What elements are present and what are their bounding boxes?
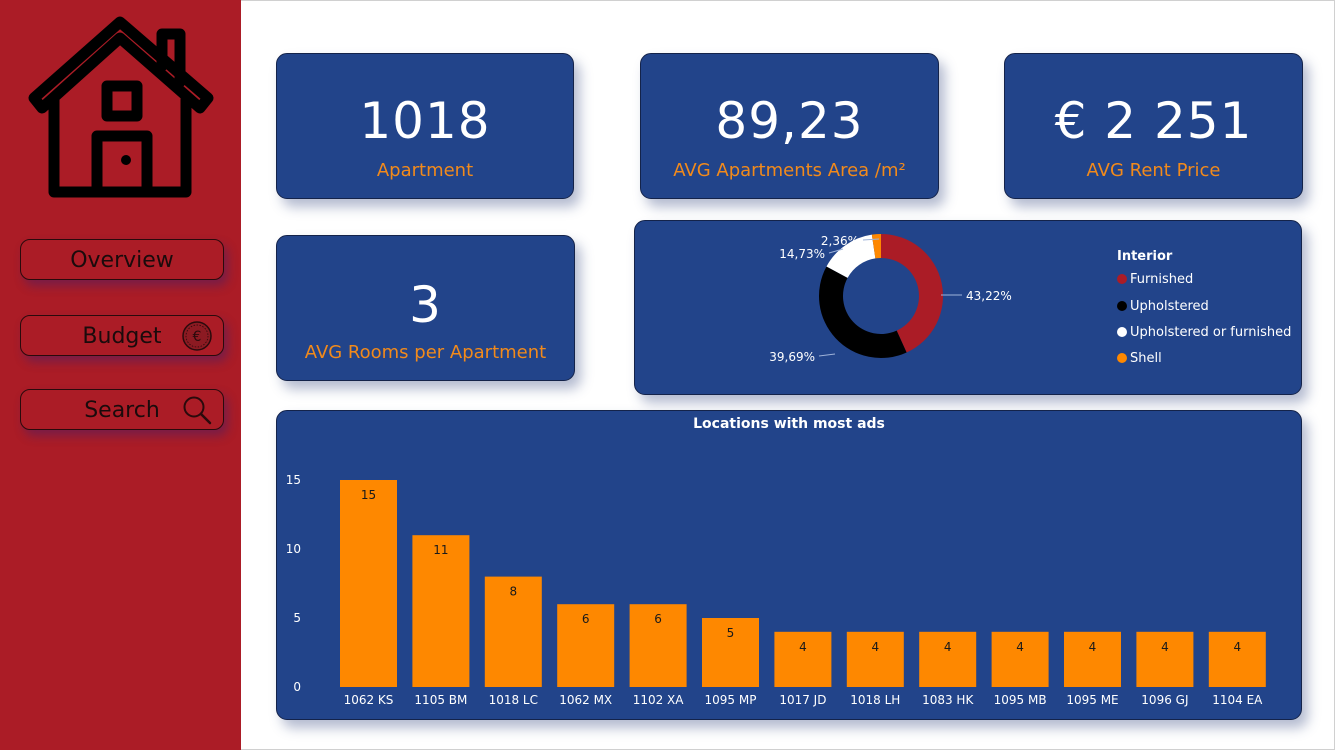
locations-bar-card: Locations with most ads 0 5 10 15 15 1062 KS 1… xyxy=(276,410,1302,720)
search-icon xyxy=(183,396,212,425)
x-tick-label: 1018 LC xyxy=(489,693,538,707)
x-tick-label: 1095 ME xyxy=(1066,693,1118,707)
sidebar: Overview Budget € Search xyxy=(0,0,241,750)
kpi-label: AVG Apartments Area /m² xyxy=(673,160,906,181)
x-tick-label: 1017 JD xyxy=(779,693,826,707)
x-tick-label: 1102 XA xyxy=(633,693,685,707)
overview-button-label: Overview xyxy=(70,248,174,273)
x-tick-label: 1083 HK xyxy=(922,693,974,707)
bar-data-label: 4 xyxy=(944,640,952,654)
kpi-card-avg-area: 89,23 AVG Apartments Area /m² xyxy=(640,53,939,199)
donut-data-label: 39,69% xyxy=(769,350,815,364)
overview-button[interactable]: Overview xyxy=(20,239,224,280)
legend-item-upholstered: Upholstered xyxy=(1117,299,1209,314)
x-tick-label: 1095 MB xyxy=(994,693,1047,707)
donut-leader-line xyxy=(818,353,836,357)
kpi-value: 3 xyxy=(409,276,442,334)
kpi-label: Apartment xyxy=(376,160,474,181)
legend-label: Upholstered xyxy=(1130,299,1209,314)
kpi-label: AVG Rent Price xyxy=(1086,160,1221,181)
kpi-value: 89,23 xyxy=(715,92,864,150)
legend-dot xyxy=(1117,353,1127,363)
legend-item-furnished: Furnished xyxy=(1117,272,1193,287)
bar-data-label: 8 xyxy=(509,585,517,599)
bar-data-label: 4 xyxy=(871,640,879,654)
donut-data-label: 2,36% xyxy=(821,234,859,248)
x-tick-label: 1018 LH xyxy=(850,693,900,707)
x-tick-label: 1104 EA xyxy=(1212,693,1263,707)
svg-text:€: € xyxy=(193,329,202,345)
bar xyxy=(412,535,470,687)
x-tick-label: 1105 BM xyxy=(414,693,467,707)
kpi-label: AVG Rooms per Apartment xyxy=(304,342,547,363)
legend-item-upholstered-or-furnished: Upholstered or furnished xyxy=(1117,325,1291,340)
search-button[interactable]: Search xyxy=(20,389,224,430)
legend-item-shell: Shell xyxy=(1117,351,1162,366)
legend-dot xyxy=(1117,327,1127,337)
bar-data-label: 4 xyxy=(1089,640,1097,654)
bar-data-label: 4 xyxy=(799,640,807,654)
kpi-card-avg-rent: € 2 251 AVG Rent Price xyxy=(1004,53,1303,199)
kpi-value: € 2 251 xyxy=(1054,92,1253,150)
legend-label: Shell xyxy=(1130,351,1162,366)
x-tick-label: 1062 KS xyxy=(344,693,394,707)
bar-data-label: 4 xyxy=(1161,640,1169,654)
y-tick-label: 0 xyxy=(293,680,301,694)
bar xyxy=(340,480,397,687)
x-tick-label: 1095 MP xyxy=(705,693,757,707)
legend-label: Furnished xyxy=(1130,272,1194,287)
x-tick-label: 1062 MX xyxy=(559,693,612,707)
bar-data-label: 6 xyxy=(582,612,590,626)
legend-dot xyxy=(1117,274,1127,284)
bar-data-label: 4 xyxy=(1233,640,1241,654)
legend-title: Interior xyxy=(1117,249,1173,264)
kpi-card-avg-rooms: 3 AVG Rooms per Apartment xyxy=(276,235,575,381)
donut-data-label: 43,22% xyxy=(966,289,1012,303)
donut-slice xyxy=(819,266,907,358)
bar-data-label: 5 xyxy=(727,626,735,640)
interior-donut-card: 43,22% 39,69% 14,73% 2,36% Interior Furnish… xyxy=(634,220,1302,395)
budget-button[interactable]: Budget € xyxy=(20,315,224,356)
x-tick-label: 1096 GJ xyxy=(1141,693,1188,707)
house-logo-icon xyxy=(28,16,214,198)
y-tick-label: 15 xyxy=(286,473,301,487)
y-tick-label: 10 xyxy=(286,542,301,556)
donut-data-label: 14,73% xyxy=(779,247,825,261)
legend-label: Upholstered or furnished xyxy=(1130,325,1292,340)
bar-data-label: 4 xyxy=(1016,640,1024,654)
kpi-value: 1018 xyxy=(359,92,491,150)
bar-data-label: 11 xyxy=(433,543,448,557)
kpi-card-apartments: 1018 Apartment xyxy=(276,53,574,199)
bar-data-label: 6 xyxy=(654,612,662,626)
euro-coin-icon: € xyxy=(182,321,212,351)
y-tick-label: 5 xyxy=(293,611,301,625)
locations-bar-chart: 0 5 10 15 15 1062 KS 11 1105 BM 8 1018 LC 6 1062 MX… xyxy=(286,473,1266,707)
legend-dot xyxy=(1117,301,1127,311)
bar-data-label: 15 xyxy=(361,488,376,502)
